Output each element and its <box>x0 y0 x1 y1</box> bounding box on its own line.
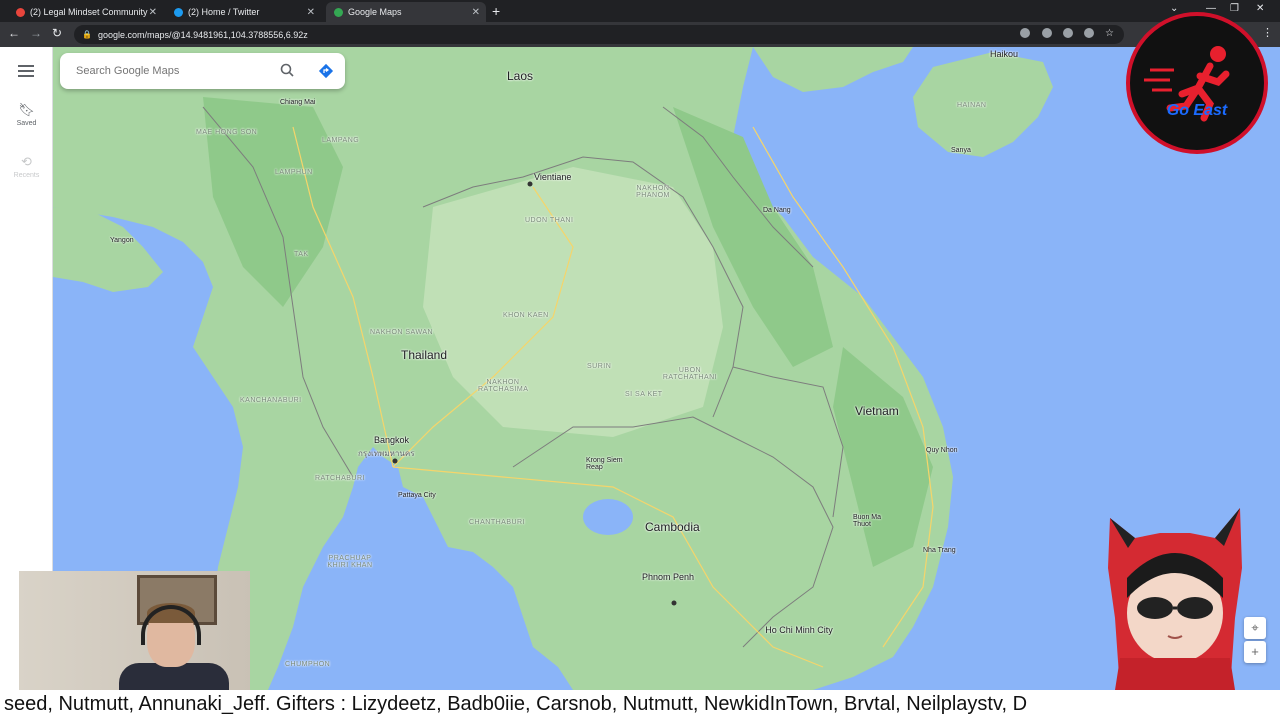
chevron-down-icon[interactable]: ⌄ <box>1170 3 1178 14</box>
map-label-si-sa-ket: SI SA KET <box>625 391 663 398</box>
search-icon[interactable] <box>280 63 294 77</box>
map-label-vientiane: Vientiane <box>534 172 572 182</box>
share-icon[interactable] <box>1084 28 1094 38</box>
search-input[interactable] <box>76 65 276 77</box>
new-tab-icon[interactable]: + <box>492 3 500 19</box>
map-label-hainan: HAINAN <box>957 102 987 109</box>
back-icon[interactable]: ← <box>8 26 20 40</box>
map-label-bangkok: Bangkok <box>374 435 410 445</box>
map-label-haikou: Haikou <box>990 49 1019 59</box>
maps-favicon-icon <box>334 7 343 17</box>
map-label-mae-hong-son: MAE HONG SON <box>196 129 258 136</box>
map-label-kanchanaburi: KANCHANABURI <box>240 397 302 404</box>
tab-title: (2) Legal Mindset Community <box>30 7 148 17</box>
tab-title: (2) Home / Twitter <box>188 7 260 17</box>
map-label-ratchaburi: RATCHABURI <box>315 475 365 482</box>
close-icon[interactable]: ✕ <box>149 7 157 18</box>
map-label-nakhon-ratchasima: NAKHON RATCHASIMA <box>478 379 529 393</box>
map-label-prachuap: PRACHUAP KHIRI KHAN <box>327 555 373 569</box>
tab-favicon-icon <box>16 7 25 17</box>
tab-title: Google Maps <box>348 7 402 17</box>
map-label-chumphon: CHUMPHON <box>285 661 331 668</box>
maximize-icon[interactable]: ❐ <box>1230 3 1239 14</box>
browser-tab-bar: (2) Legal Mindset Community ✕ (2) Home /… <box>0 0 1280 22</box>
map-label-tak: TAK <box>294 251 309 258</box>
streamer-webcam <box>19 571 250 690</box>
close-window-icon[interactable]: ✕ <box>1256 3 1264 14</box>
tab-twitter[interactable]: (2) Home / Twitter ✕ <box>166 2 321 22</box>
map-label-lamphun: LAMPHUN <box>275 169 313 176</box>
close-icon[interactable]: ✕ <box>307 7 315 18</box>
address-bar[interactable]: 🔒 google.com/maps/@14.9481961,104.378855… <box>74 25 1124 44</box>
map-label-chanthaburi: CHANTHABURI <box>469 519 526 526</box>
twitter-icon <box>174 7 183 17</box>
map-label-ubon: UBON RATCHATHANI <box>662 367 718 381</box>
map-label-nakhon-sawan: NAKHON SAWAN <box>370 329 434 336</box>
map-label-nha-trang: Nha Trang <box>923 547 956 554</box>
stream-ticker: seed, Nutmutt, Annunaki_Jeff. Gifters : … <box>0 690 1280 720</box>
tab-google-maps[interactable]: Google Maps ✕ <box>326 2 486 22</box>
rail-saved-label: Saved <box>16 120 37 127</box>
forward-icon[interactable]: → <box>30 26 42 40</box>
map-label-laos: Laos <box>507 69 534 83</box>
map-label-ho-chi-minh: Ho Chi Minh City <box>765 625 833 635</box>
tab-legal-mindset[interactable]: (2) Legal Mindset Community ✕ <box>8 2 163 22</box>
channel-logo: Go East <box>1126 12 1268 154</box>
rail-recents[interactable]: ⟲ Recents <box>0 154 53 179</box>
directions-icon[interactable] <box>318 63 334 79</box>
bookmark-icon: 🔖︎ <box>18 102 35 117</box>
hamburger-menu-icon[interactable] <box>18 65 34 80</box>
map-label-quy-nhon: Quy Nhon <box>926 447 958 454</box>
lock-icon: 🔒 <box>82 30 92 39</box>
map-label-phnom-penh: Phnom Penh <box>642 572 695 582</box>
map-label-buon-ma-thuot: Buon Ma Thuot <box>853 514 882 528</box>
bookmark-star-icon[interactable]: ☆ <box>1105 28 1114 39</box>
rail-saved[interactable]: 🔖︎ Saved <box>0 102 53 127</box>
extension-icon[interactable] <box>1042 28 1052 38</box>
maps-search-box <box>60 53 345 89</box>
reload-icon[interactable]: ↻ <box>52 26 62 40</box>
url-text: google.com/maps/@14.9481961,104.3788556,… <box>97 29 308 40</box>
ticker-text: seed, Nutmutt, Annunaki_Jeff. Gifters : … <box>4 693 1028 715</box>
zoom-icon[interactable] <box>1063 28 1073 38</box>
map-label-siem-reap: Krong Siem Reap <box>586 457 623 471</box>
history-icon: ⟲ <box>21 154 32 169</box>
vtuber-avatar <box>1108 508 1242 690</box>
runner-icon <box>1144 46 1230 122</box>
map-label-vietnam: Vietnam <box>855 404 899 418</box>
map-label-da-nang: Da Nang <box>763 207 791 214</box>
map-label-thailand: Thailand <box>401 348 448 362</box>
map-label-chiang-mai: Chiang Mai <box>280 99 316 106</box>
map-label-khon-kaen: KHON KAEN <box>503 312 549 319</box>
logo-text: Go East <box>1166 102 1228 119</box>
map-label-cambodia: Cambodia <box>645 520 700 534</box>
map-label-lampang: LAMPANG <box>322 137 360 144</box>
map-label-bangkok-thai: กรุงเทพมหานคร <box>358 449 415 458</box>
map-label-pattaya: Pattaya City <box>398 492 436 499</box>
map-label-yangon: Yangon <box>110 237 134 244</box>
browser-toolbar: ← → ↻ 🔒 google.com/maps/@14.9481961,104.… <box>0 22 1280 47</box>
map-label-udon-thani: UDON THANI <box>525 217 574 224</box>
extension-icon[interactable] <box>1020 28 1030 38</box>
close-icon[interactable]: ✕ <box>472 7 480 18</box>
map-label-surin: SURIN <box>587 363 612 370</box>
rail-recents-label: Recents <box>13 172 40 179</box>
map-label-nakhon-phanom: NAKHON PHANOM <box>636 185 670 199</box>
map-label-sanya: Sanya <box>951 147 971 154</box>
